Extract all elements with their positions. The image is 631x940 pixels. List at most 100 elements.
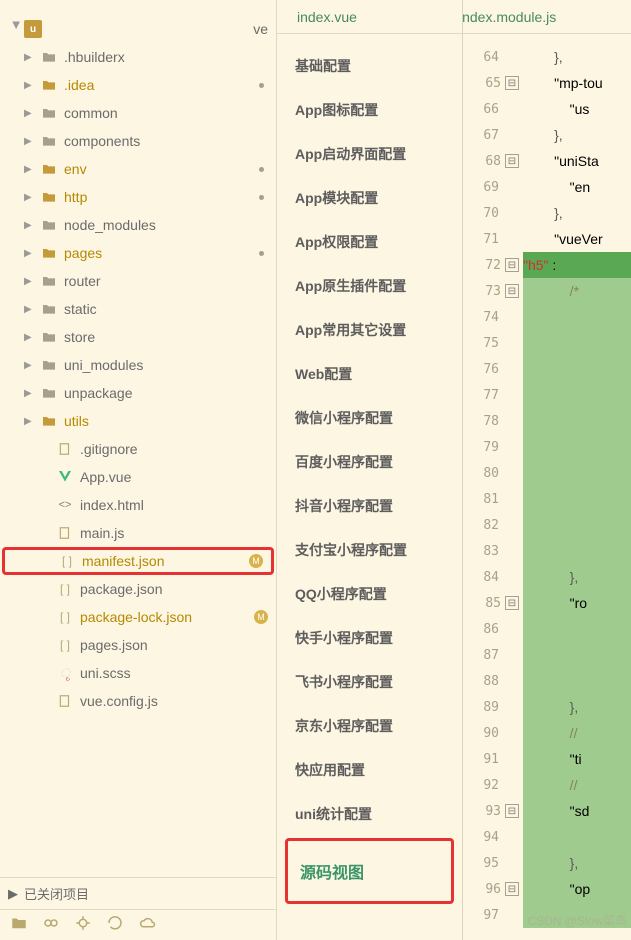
tab-index-module[interactable]: index.module.js: [463, 9, 572, 25]
config-item[interactable]: QQ小程序配置: [277, 572, 462, 616]
file-item[interactable]: App.vue: [0, 463, 276, 491]
code-line[interactable]: [523, 408, 631, 434]
code-line[interactable]: "sd: [523, 798, 631, 824]
code-line[interactable]: },: [523, 44, 631, 70]
config-item[interactable]: 基础配置: [277, 44, 462, 88]
line-number: 71: [463, 226, 523, 252]
code-line[interactable]: },: [523, 850, 631, 876]
fold-icon[interactable]: ⊟: [505, 804, 519, 818]
file-item[interactable]: main.js: [0, 519, 276, 547]
fold-icon[interactable]: ⊟: [505, 258, 519, 272]
code-line[interactable]: "us: [523, 96, 631, 122]
code-line[interactable]: "op: [523, 876, 631, 902]
code-line[interactable]: [523, 512, 631, 538]
code-line[interactable]: //: [523, 772, 631, 798]
file-item[interactable]: <>index.html: [0, 491, 276, 519]
config-item[interactable]: App图标配置: [277, 88, 462, 132]
config-item[interactable]: 微信小程序配置: [277, 396, 462, 440]
project-root[interactable]: ▶ u ve: [0, 15, 276, 43]
file-item[interactable]: [ ]package-lock.jsonM: [0, 603, 276, 631]
code-line[interactable]: [523, 434, 631, 460]
folder-item[interactable]: ▶.idea: [0, 71, 276, 99]
file-item[interactable]: .gitignore: [0, 435, 276, 463]
binoculars-icon[interactable]: [42, 914, 60, 937]
chevron-icon: ▶: [24, 164, 40, 175]
code-line[interactable]: },: [523, 200, 631, 226]
code-line[interactable]: "uniSta: [523, 148, 631, 174]
tab-index-vue[interactable]: index.vue: [277, 9, 377, 25]
config-item[interactable]: Web配置: [277, 352, 462, 396]
folder-item[interactable]: ▶static: [0, 295, 276, 323]
code-line[interactable]: [523, 616, 631, 642]
config-item[interactable]: 京东小程序配置: [277, 704, 462, 748]
file-item[interactable]: [ ]package.json: [0, 575, 276, 603]
code-line[interactable]: [523, 668, 631, 694]
file-item[interactable]: [ ]pages.json: [0, 631, 276, 659]
code-line[interactable]: [523, 486, 631, 512]
config-item[interactable]: 飞书小程序配置: [277, 660, 462, 704]
folder-item[interactable]: ▶pages: [0, 239, 276, 267]
code-line[interactable]: [523, 824, 631, 850]
file-item[interactable]: vue.config.js: [0, 687, 276, 715]
code-area[interactable]: }, "mp-tou "us }, "uniSta "en }, "vueVer…: [523, 34, 631, 940]
source-view-button[interactable]: 源码视图: [285, 838, 454, 904]
code-line[interactable]: [523, 642, 631, 668]
folder-item[interactable]: ▶unpackage: [0, 379, 276, 407]
code-line[interactable]: [523, 538, 631, 564]
code-line[interactable]: },: [523, 564, 631, 590]
fold-icon[interactable]: ⊟: [505, 154, 519, 168]
folder-item[interactable]: ▶uni_modules: [0, 351, 276, 379]
refresh-icon[interactable]: [106, 914, 124, 937]
config-item[interactable]: 快手小程序配置: [277, 616, 462, 660]
config-item[interactable]: 百度小程序配置: [277, 440, 462, 484]
js-icon: [56, 692, 74, 710]
config-item[interactable]: 快应用配置: [277, 748, 462, 792]
fold-icon[interactable]: ⊟: [505, 596, 519, 610]
line-number: 85⊟: [463, 590, 523, 616]
folder-item[interactable]: ▶store: [0, 323, 276, 351]
bug-icon[interactable]: [74, 914, 92, 937]
code-line[interactable]: "en: [523, 174, 631, 200]
folder-icon: [40, 356, 58, 374]
code-line[interactable]: "ti: [523, 746, 631, 772]
closed-projects[interactable]: ▶ 已关闭项目: [0, 878, 276, 910]
file-item[interactable]: ୄuni.scss: [0, 659, 276, 687]
code-line[interactable]: [523, 460, 631, 486]
code-line[interactable]: [523, 382, 631, 408]
cloud-icon[interactable]: [138, 914, 156, 937]
code-line[interactable]: [523, 304, 631, 330]
config-item[interactable]: 抖音小程序配置: [277, 484, 462, 528]
config-item[interactable]: 支付宝小程序配置: [277, 528, 462, 572]
code-line[interactable]: "mp-tou: [523, 70, 631, 96]
file-item[interactable]: [ ]manifest.jsonM: [2, 547, 274, 575]
config-item[interactable]: App原生插件配置: [277, 264, 462, 308]
fold-icon[interactable]: ⊟: [505, 284, 519, 298]
tree-item-label: router: [64, 273, 276, 289]
config-item[interactable]: App权限配置: [277, 220, 462, 264]
code-line[interactable]: "vueVer: [523, 226, 631, 252]
folder-item[interactable]: ▶common: [0, 99, 276, 127]
folder-item[interactable]: ▶utils: [0, 407, 276, 435]
folder-item[interactable]: ▶router: [0, 267, 276, 295]
code-line[interactable]: [523, 330, 631, 356]
folder-sync-icon[interactable]: [10, 914, 28, 937]
code-line[interactable]: "h5" :: [523, 252, 631, 278]
code-line[interactable]: //: [523, 720, 631, 746]
code-line[interactable]: },: [523, 122, 631, 148]
config-item[interactable]: App启动界面配置: [277, 132, 462, 176]
config-item[interactable]: App模块配置: [277, 176, 462, 220]
folder-item[interactable]: ▶node_modules: [0, 211, 276, 239]
fold-icon[interactable]: ⊟: [505, 76, 519, 90]
fold-icon[interactable]: ⊟: [505, 882, 519, 896]
code-line[interactable]: "ro: [523, 590, 631, 616]
code-line[interactable]: [523, 902, 631, 928]
config-item[interactable]: uni统计配置: [277, 792, 462, 836]
config-item[interactable]: App常用其它设置: [277, 308, 462, 352]
folder-item[interactable]: ▶components: [0, 127, 276, 155]
code-line[interactable]: /*: [523, 278, 631, 304]
folder-item[interactable]: ▶.hbuilderx: [0, 43, 276, 71]
folder-item[interactable]: ▶env: [0, 155, 276, 183]
code-line[interactable]: [523, 356, 631, 382]
folder-item[interactable]: ▶http: [0, 183, 276, 211]
code-line[interactable]: },: [523, 694, 631, 720]
